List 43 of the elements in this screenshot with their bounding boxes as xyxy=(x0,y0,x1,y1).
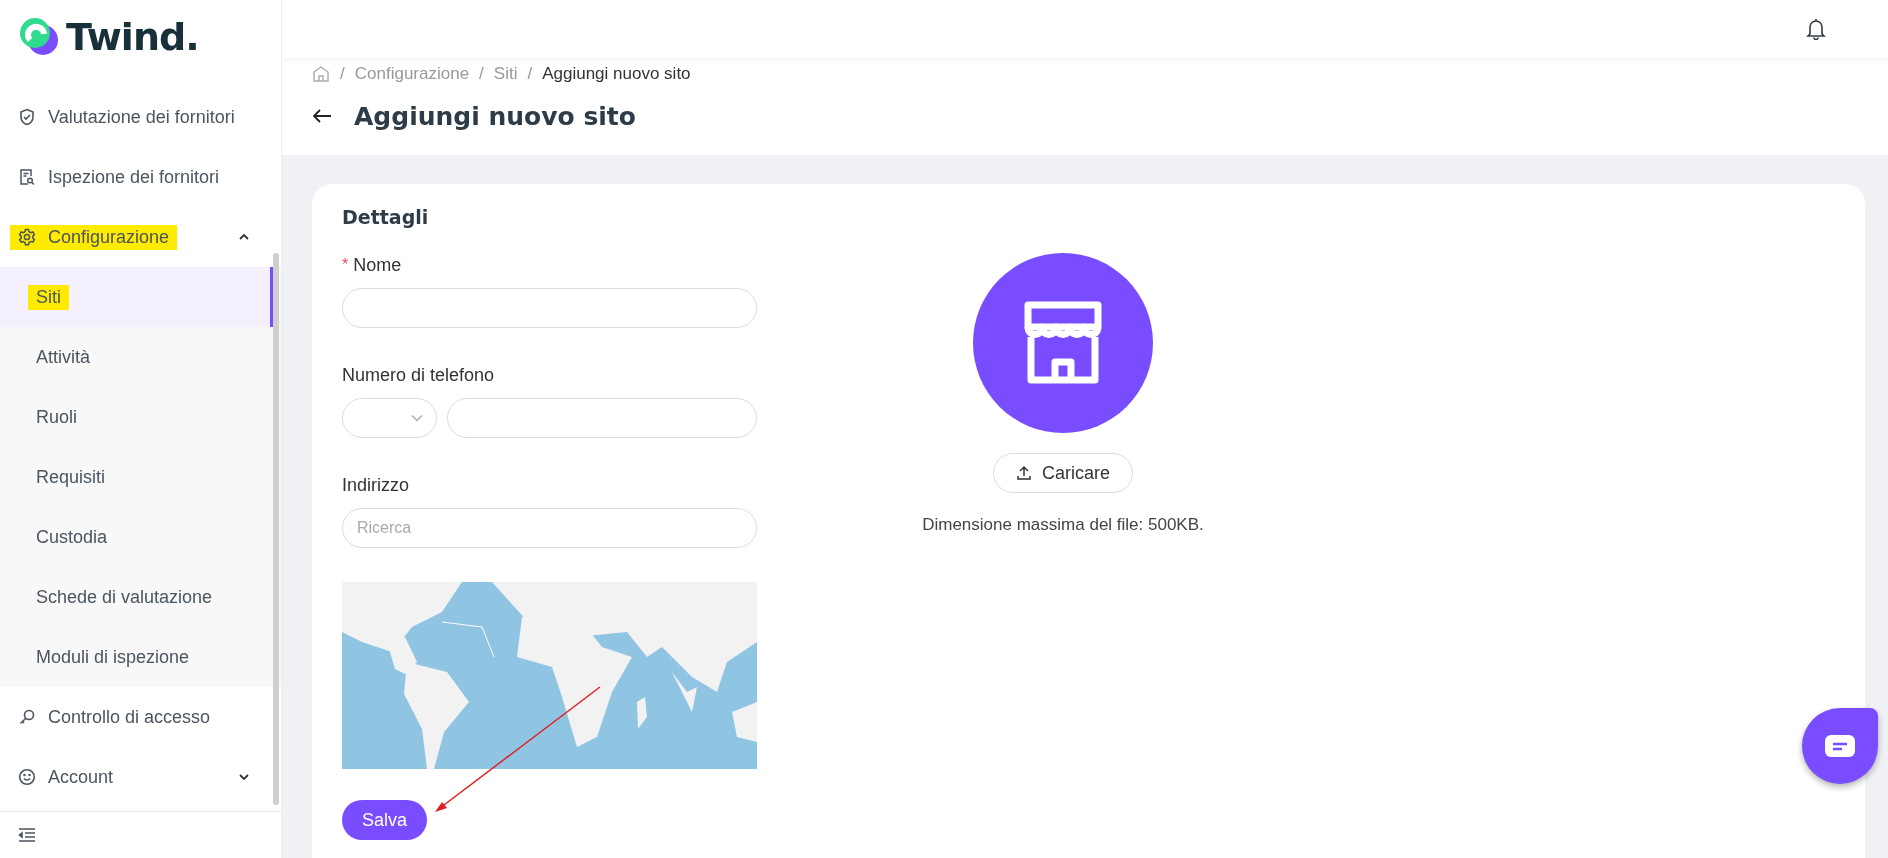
submenu-item[interactable]: Ruoli xyxy=(0,387,273,447)
logo-text: Twind. xyxy=(66,14,199,59)
save-button[interactable]: Salva xyxy=(342,800,428,840)
sidebar-item[interactable]: Controllo di accesso xyxy=(0,687,281,747)
breadcrumb-separator: / xyxy=(340,64,345,84)
submenu-item[interactable]: Custodia xyxy=(0,507,273,567)
sidebar-item[interactable]: Valutazione dei fornitori xyxy=(0,87,281,147)
name-input-field[interactable] xyxy=(342,288,757,328)
chat-icon xyxy=(1825,735,1855,757)
required-mark: * xyxy=(342,256,349,274)
notification-bell-icon[interactable] xyxy=(1806,18,1826,40)
submenu-item[interactable]: Moduli di ispezione xyxy=(0,627,273,687)
breadcrumb-separator: / xyxy=(527,64,533,84)
collapse-menu-icon[interactable] xyxy=(18,827,36,843)
field-label: Numero di telefono xyxy=(342,364,495,386)
submenu-item[interactable]: Attività xyxy=(0,327,273,387)
breadcrumb-separator: / xyxy=(479,64,484,84)
settings-icon xyxy=(18,228,36,246)
sidebar-item[interactable]: Configurazione xyxy=(0,207,281,267)
section-title: Dettagli xyxy=(342,206,430,228)
phone-input-field[interactable] xyxy=(447,398,757,438)
back-arrow-icon[interactable] xyxy=(312,108,332,124)
submenu-item[interactable]: Schede di valutazione xyxy=(0,567,273,627)
key-icon xyxy=(18,708,36,726)
breadcrumb-current: Aggiungi nuovo sito xyxy=(542,64,691,84)
shield-check-icon xyxy=(18,108,36,126)
logo-icon xyxy=(18,15,60,58)
submenu-item[interactable]: Siti xyxy=(0,267,273,327)
page-title: Aggiungi nuovo sito xyxy=(354,101,636,131)
sidebar-item[interactable]: Ispezione dei fornitori xyxy=(0,147,281,207)
field-label: Indirizzo xyxy=(342,474,410,496)
home-icon[interactable] xyxy=(312,66,330,82)
field-label: Nome xyxy=(353,254,402,276)
upload-button[interactable]: Caricare xyxy=(993,453,1133,493)
store-icon xyxy=(973,253,1153,433)
document-search-icon xyxy=(18,168,36,186)
smiley-icon xyxy=(18,768,36,786)
submenu-item[interactable]: Requisiti xyxy=(0,447,273,507)
sidebar-item[interactable]: Account xyxy=(0,747,281,807)
scrollbar-thumb[interactable] xyxy=(273,253,279,805)
address-search-field[interactable]: Ricerca xyxy=(342,508,757,548)
file-size-hint: Dimensione massima del file: 500KB. xyxy=(922,515,1204,535)
upload-icon xyxy=(1016,465,1032,481)
